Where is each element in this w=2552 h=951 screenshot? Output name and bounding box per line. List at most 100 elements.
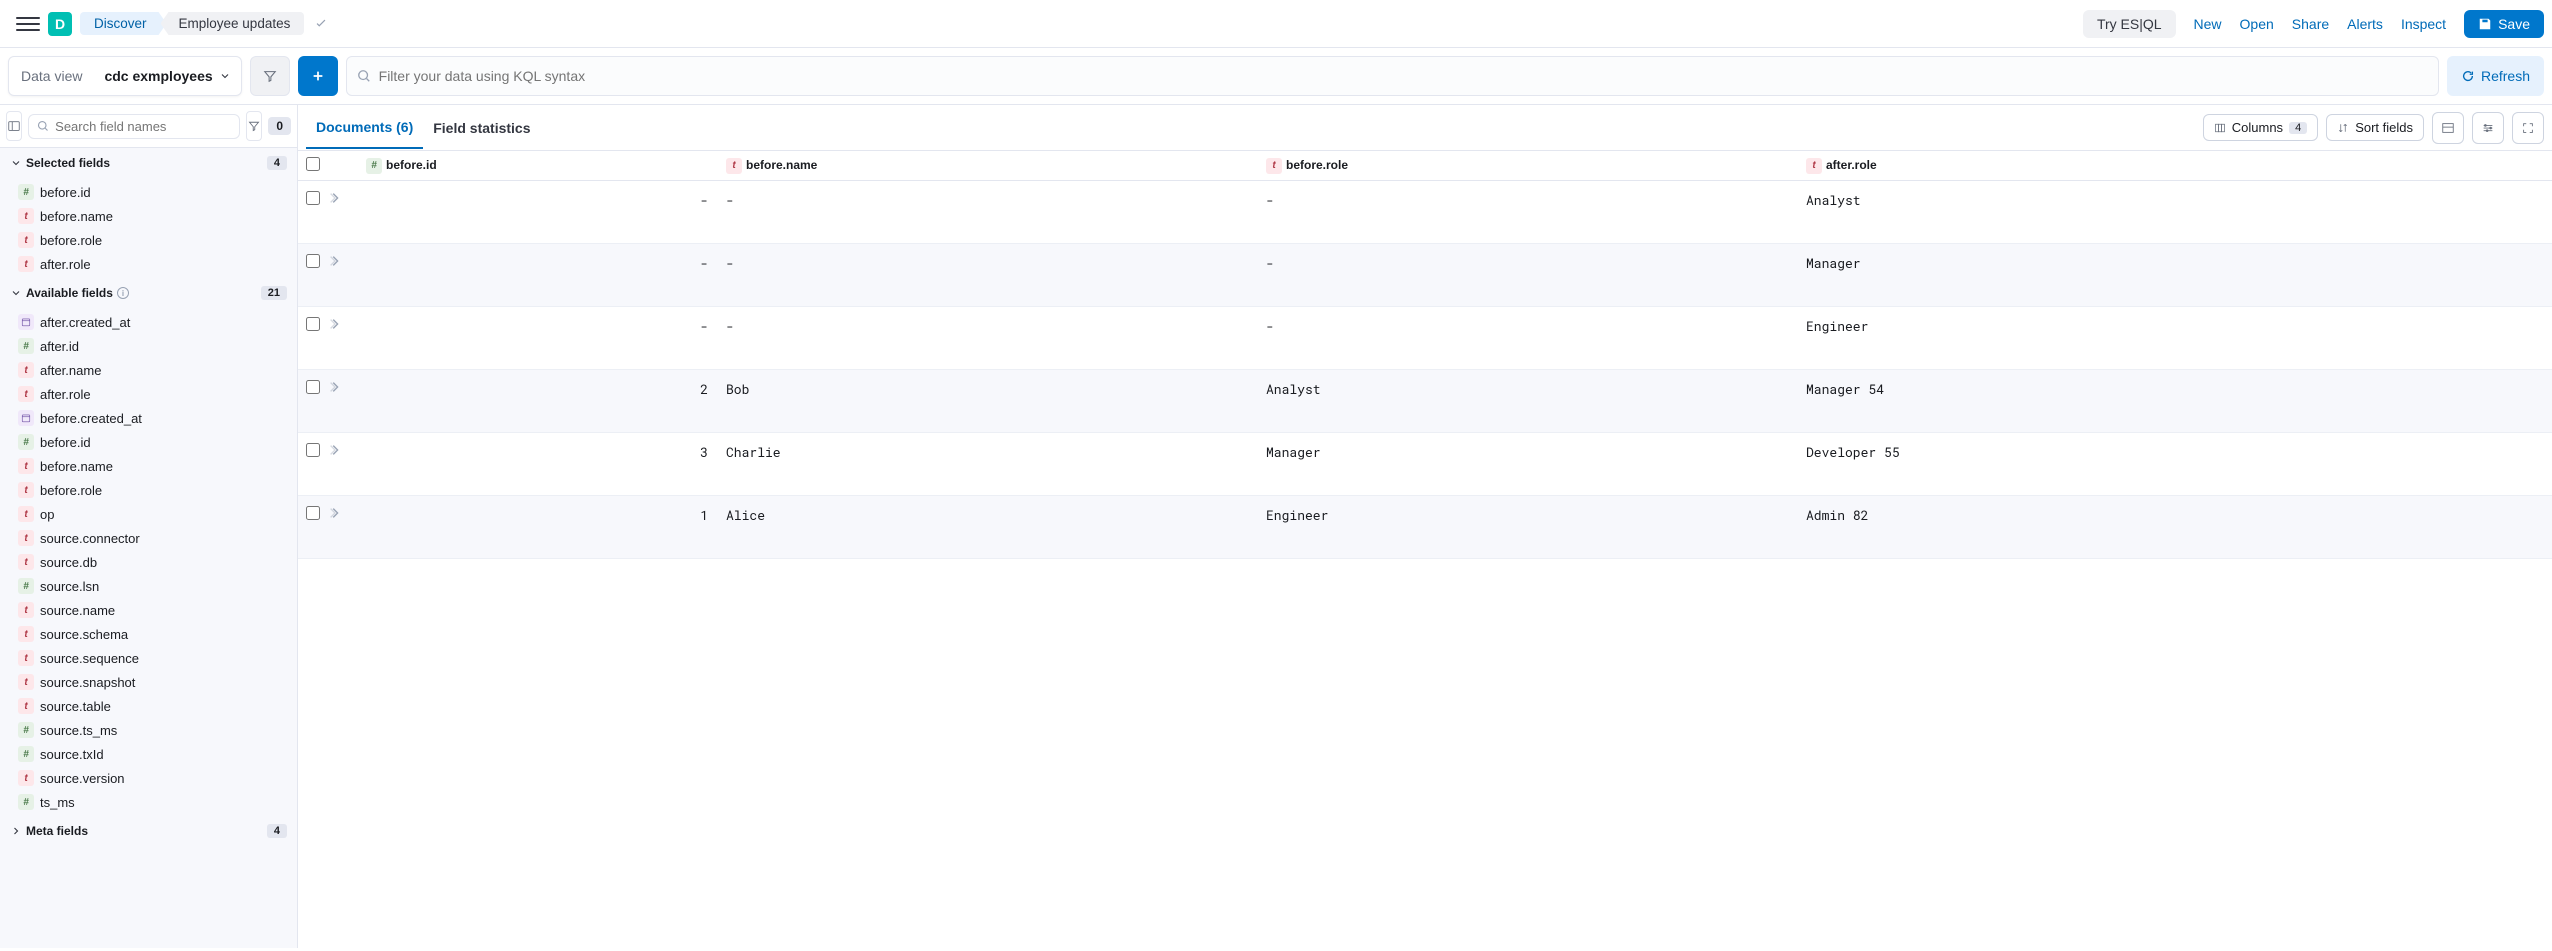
sort-button[interactable]: Sort fields <box>2326 114 2424 141</box>
field-item[interactable]: tsource.db <box>0 550 297 574</box>
breadcrumb-current[interactable]: Employee updates <box>161 12 305 35</box>
row-checkbox[interactable] <box>306 380 320 394</box>
selected-fields-list: #before.idtbefore.nametbefore.roletafter… <box>0 178 297 278</box>
field-item[interactable]: tsource.schema <box>0 622 297 646</box>
cell-after-role: Engineer <box>1798 307 2552 370</box>
row-checkbox[interactable] <box>306 254 320 268</box>
collapse-sidebar-button[interactable] <box>6 111 22 141</box>
row-checkbox[interactable] <box>306 506 320 520</box>
field-item[interactable]: #before.id <box>0 430 297 454</box>
save-button[interactable]: Save <box>2464 10 2544 38</box>
select-all-checkbox[interactable] <box>306 157 320 171</box>
settings-button[interactable] <box>2472 112 2504 144</box>
expand-icon[interactable] <box>328 506 342 520</box>
field-item[interactable]: top <box>0 502 297 526</box>
app-badge[interactable]: D <box>48 12 72 36</box>
dataview-value[interactable]: cdc exmployees <box>94 68 240 84</box>
saved-check-icon <box>314 17 328 31</box>
field-item[interactable]: tsource.connector <box>0 526 297 550</box>
field-search-input[interactable] <box>49 119 231 134</box>
field-item[interactable]: #after.id <box>0 334 297 358</box>
expand-icon[interactable] <box>328 443 342 457</box>
select-all-header[interactable] <box>298 151 358 181</box>
refresh-icon <box>2461 69 2475 83</box>
refresh-button[interactable]: Refresh <box>2447 56 2544 96</box>
expand-icon[interactable] <box>328 317 342 331</box>
field-item[interactable]: tafter.role <box>0 382 297 406</box>
table-row[interactable]: 1 Alice Engineer Admin 82 <box>298 496 2552 559</box>
tab-documents[interactable]: Documents (6) <box>306 107 423 149</box>
dataview-selector[interactable]: Data view cdc exmployees <box>8 56 242 96</box>
info-icon[interactable]: i <box>117 287 129 299</box>
col-before-name[interactable]: tbefore.name <box>718 151 1258 181</box>
table-row[interactable]: 2 Bob Analyst Manager 54 <box>298 370 2552 433</box>
columns-count: 4 <box>2289 122 2307 134</box>
field-item[interactable]: before.created_at <box>0 406 297 430</box>
row-checkbox[interactable] <box>306 191 320 205</box>
field-item[interactable]: tsource.sequence <box>0 646 297 670</box>
table-row[interactable]: - - - Analyst <box>298 181 2552 244</box>
row-checkbox[interactable] <box>306 317 320 331</box>
field-sidebar: 0 Selected fields 4 #before.idtbefore.na… <box>0 105 298 948</box>
table-row[interactable]: - - - Engineer <box>298 307 2552 370</box>
type-token: t <box>18 770 34 786</box>
field-item[interactable]: tsource.version <box>0 766 297 790</box>
nav-toggle-icon[interactable] <box>16 12 40 36</box>
meta-fields-header[interactable]: Meta fields 4 <box>0 816 297 846</box>
inspect-link[interactable]: Inspect <box>2401 16 2446 32</box>
add-filter-button[interactable] <box>298 56 338 96</box>
expand-icon[interactable] <box>328 191 342 205</box>
field-filter-button[interactable] <box>246 111 262 141</box>
field-item[interactable]: tbefore.role <box>0 478 297 502</box>
field-item[interactable]: #source.ts_ms <box>0 718 297 742</box>
cell-before-role: - <box>1258 244 1798 307</box>
kql-input[interactable] <box>371 68 2428 84</box>
fullscreen-button[interactable] <box>2512 112 2544 144</box>
field-name: before.name <box>40 459 113 474</box>
try-esql-button[interactable]: Try ES|QL <box>2083 10 2176 38</box>
type-token: t <box>18 482 34 498</box>
fullscreen-icon <box>2521 121 2535 135</box>
type-token: # <box>18 722 34 738</box>
sliders-icon <box>2481 121 2495 135</box>
documents-table-wrap[interactable]: #before.id tbefore.name tbefore.role taf… <box>298 151 2552 948</box>
field-item[interactable]: tsource.snapshot <box>0 670 297 694</box>
selected-fields-header[interactable]: Selected fields 4 <box>0 148 297 178</box>
alerts-link[interactable]: Alerts <box>2347 16 2383 32</box>
field-item[interactable]: tsource.name <box>0 598 297 622</box>
selected-fields-title: Selected fields <box>26 156 110 170</box>
breadcrumb-discover[interactable]: Discover <box>80 12 167 35</box>
display-options-button[interactable] <box>2432 112 2464 144</box>
field-item[interactable]: tafter.role <box>0 252 297 276</box>
table-row[interactable]: 3 Charlie Manager Developer 55 <box>298 433 2552 496</box>
filter-settings-button[interactable] <box>250 56 290 96</box>
share-link[interactable]: Share <box>2292 16 2329 32</box>
available-fields-header[interactable]: Available fields i 21 <box>0 278 297 308</box>
field-name: after.name <box>40 363 101 378</box>
expand-icon[interactable] <box>328 380 342 394</box>
kql-search[interactable] <box>346 56 2439 96</box>
tab-field-statistics[interactable]: Field statistics <box>423 108 540 148</box>
field-name: after.id <box>40 339 79 354</box>
field-item[interactable]: tbefore.name <box>0 204 297 228</box>
col-before-role[interactable]: tbefore.role <box>1258 151 1798 181</box>
col-after-role[interactable]: tafter.role <box>1798 151 2552 181</box>
columns-button[interactable]: Columns 4 <box>2203 114 2318 141</box>
field-item[interactable]: after.created_at <box>0 310 297 334</box>
col-before-id[interactable]: #before.id <box>358 151 718 181</box>
field-item[interactable]: #ts_ms <box>0 790 297 814</box>
field-item[interactable]: #source.txId <box>0 742 297 766</box>
field-item[interactable]: tafter.name <box>0 358 297 382</box>
table-row[interactable]: - - - Manager <box>298 244 2552 307</box>
field-item[interactable]: tbefore.role <box>0 228 297 252</box>
field-item[interactable]: #before.id <box>0 180 297 204</box>
open-link[interactable]: Open <box>2240 16 2274 32</box>
new-link[interactable]: New <box>2194 16 2222 32</box>
row-checkbox[interactable] <box>306 443 320 457</box>
field-item[interactable]: #source.lsn <box>0 574 297 598</box>
expand-icon[interactable] <box>328 254 342 268</box>
field-item[interactable]: tsource.table <box>0 694 297 718</box>
field-search[interactable] <box>28 114 240 139</box>
field-item[interactable]: tbefore.name <box>0 454 297 478</box>
type-token: # <box>18 184 34 200</box>
